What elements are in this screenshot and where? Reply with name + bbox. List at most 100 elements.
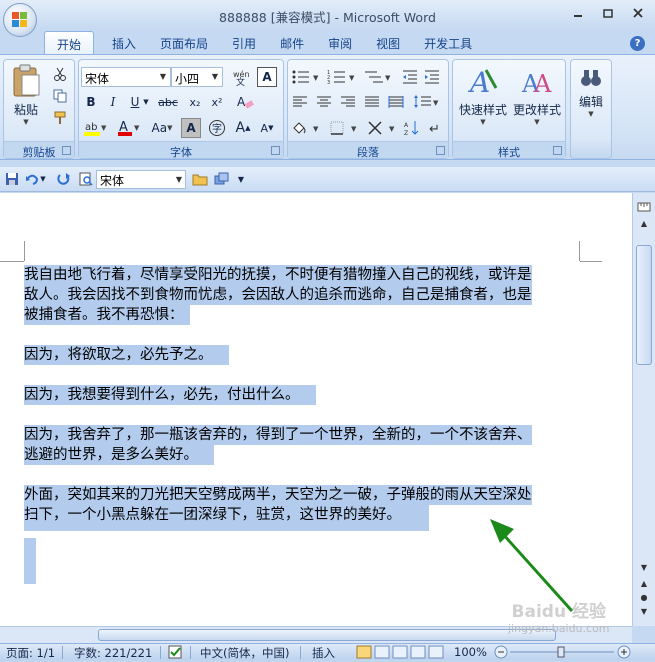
tab-insert[interactable]: 插入	[100, 31, 148, 55]
italic-button[interactable]: I	[103, 92, 123, 112]
chevron-down-icon: ▼	[211, 72, 219, 81]
subscript-button[interactable]: x₂	[185, 92, 205, 112]
undo-dropdown-button[interactable]: ▼	[38, 169, 48, 189]
multilevel-list-button[interactable]: ▼	[362, 67, 396, 87]
font-group-label: 字体	[79, 141, 283, 159]
cut-button[interactable]	[50, 64, 70, 84]
phonetic-guide-button[interactable]: wén 文	[229, 67, 253, 87]
paste-icon	[13, 64, 40, 97]
tab-mailings[interactable]: 邮件	[268, 31, 316, 55]
show-marks-button[interactable]: ↵	[424, 118, 444, 138]
font-color-button[interactable]: A ▼	[115, 118, 143, 138]
chinese-layout-icon: ▼	[368, 121, 395, 135]
proofing-status-icon[interactable]	[168, 645, 184, 662]
justify-button[interactable]	[362, 92, 382, 112]
increase-indent-button[interactable]	[422, 67, 442, 87]
paste-button[interactable]: 粘贴 ▼	[8, 64, 44, 134]
tab-home[interactable]: 开始	[44, 31, 95, 55]
minimize-button[interactable]	[567, 4, 589, 22]
redo-button[interactable]	[54, 169, 74, 189]
previous-page-button[interactable]: ▲	[636, 579, 652, 592]
insert-mode-status[interactable]: 插入	[312, 645, 335, 661]
restore-button[interactable]	[597, 4, 619, 22]
zoom-slider[interactable]	[494, 645, 634, 662]
sort-button[interactable]: AZ	[402, 118, 422, 138]
tab-page-layout[interactable]: 页面布局	[148, 31, 220, 55]
clipboard-launcher-button[interactable]	[62, 146, 71, 155]
font-launcher-button[interactable]	[271, 146, 280, 155]
editing-button[interactable]: 编辑 ▼	[573, 66, 609, 156]
tab-developer[interactable]: 开发工具	[412, 31, 484, 55]
scroll-up-button[interactable]: ▲	[636, 219, 652, 232]
qat-font-combo[interactable]: 宋体 ▼	[96, 170, 186, 189]
crop-mark	[580, 261, 602, 262]
tab-references[interactable]: 引用	[220, 31, 268, 55]
tab-review[interactable]: 审阅	[316, 31, 364, 55]
customize-qat-button[interactable]: ▼	[234, 169, 248, 189]
align-left-button[interactable]	[290, 92, 310, 112]
svg-text:文: 文	[236, 76, 245, 86]
numbering-button[interactable]: 1 2 3 ▼	[326, 67, 360, 87]
line-spacing-button[interactable]: ▼	[412, 92, 442, 112]
close-icon	[633, 8, 643, 18]
chinese-layout-button[interactable]: ▼	[366, 118, 400, 138]
svg-text:A: A	[237, 95, 246, 109]
bullets-button[interactable]: ▼	[290, 67, 324, 87]
change-case-label: Aa	[151, 121, 168, 135]
decrease-indent-button[interactable]	[400, 67, 420, 87]
align-right-button[interactable]	[338, 92, 358, 112]
character-border-button[interactable]: A	[257, 67, 277, 87]
font-name-value: 宋体	[85, 72, 110, 86]
font-name-combo[interactable]: 宋体 ▼	[81, 67, 171, 87]
underline-dropdown-icon[interactable]: ▼	[141, 92, 151, 112]
select-browse-object-button[interactable]: ●	[636, 593, 652, 606]
word-count[interactable]: 字数: 221/221	[74, 645, 152, 661]
align-center-button[interactable]	[314, 92, 334, 112]
next-page-button[interactable]: ▼	[636, 607, 652, 620]
change-case-button[interactable]: Aa ▼	[147, 118, 177, 138]
shrink-font-button[interactable]: A ▼	[257, 118, 277, 138]
format-painter-button[interactable]	[50, 108, 70, 128]
help-button[interactable]: ?	[630, 36, 645, 51]
paste-dropdown-icon: ▼	[23, 118, 29, 126]
tab-view[interactable]: 视图	[364, 31, 412, 55]
styles-launcher-button[interactable]	[553, 146, 562, 155]
scroll-down-button[interactable]: ▼	[636, 563, 652, 576]
change-styles-button[interactable]: AA 更改样式 ▼	[510, 66, 564, 136]
highlighter-icon: ab ▼	[84, 122, 107, 136]
strikethrough-button[interactable]: abc	[155, 92, 181, 112]
copy-button[interactable]	[50, 86, 70, 106]
minimize-icon	[574, 15, 582, 17]
open-button[interactable]	[190, 169, 210, 189]
close-button[interactable]	[627, 4, 649, 22]
zoom-level[interactable]: 100%	[454, 645, 487, 659]
vertical-scroll-thumb[interactable]	[636, 245, 652, 365]
character-shading-button[interactable]: A	[181, 118, 201, 138]
grow-font-button[interactable]: A ▲	[233, 118, 253, 138]
ruler-toggle-button[interactable]	[636, 201, 652, 214]
shading-button[interactable]: ▼	[290, 118, 324, 138]
enclose-characters-button[interactable]: 字	[207, 118, 227, 138]
language-status[interactable]: 中文(简体，中国)	[200, 645, 289, 661]
save-button[interactable]	[2, 169, 22, 189]
page-count[interactable]: 页面: 1/1	[6, 645, 55, 661]
font-group: 宋体 ▼ 小四 ▼ wén 文 A B I U ▼ abc x₂ x² A ab ▼	[78, 59, 284, 159]
bold-button[interactable]: B	[81, 92, 101, 112]
vertical-scrollbar[interactable]: ▲ ▼ ▲ ● ▼	[632, 193, 655, 626]
paragraph-launcher-button[interactable]	[436, 146, 445, 155]
superscript-button[interactable]: x²	[207, 92, 227, 112]
font-size-combo[interactable]: 小四 ▼	[171, 67, 223, 87]
document-text[interactable]: 我自由地飞行着，尽情享受阳光的抚摸，不时便有猎物撞入自己的视线，或许是 敌人。我…	[24, 265, 584, 551]
borders-button[interactable]: ▼	[328, 118, 362, 138]
new-window-button[interactable]	[212, 169, 232, 189]
chevron-down-icon: ▼	[175, 175, 183, 184]
horizontal-scroll-thumb[interactable]	[98, 629, 556, 641]
office-button[interactable]	[3, 3, 37, 37]
clipboard-group: 粘贴 ▼ 剪贴板	[3, 59, 75, 159]
clear-formatting-button[interactable]: A	[235, 92, 255, 112]
document-area[interactable]: 我自由地飞行着，尽情享受阳光的抚摸，不时便有猎物撞入自己的视线，或许是 敌人。我…	[0, 193, 632, 626]
quick-styles-button[interactable]: A 快速样式 ▼	[456, 66, 510, 136]
distributed-button[interactable]	[386, 92, 406, 112]
highlight-button[interactable]: ab ▼	[81, 118, 109, 138]
print-preview-button[interactable]	[76, 169, 96, 189]
